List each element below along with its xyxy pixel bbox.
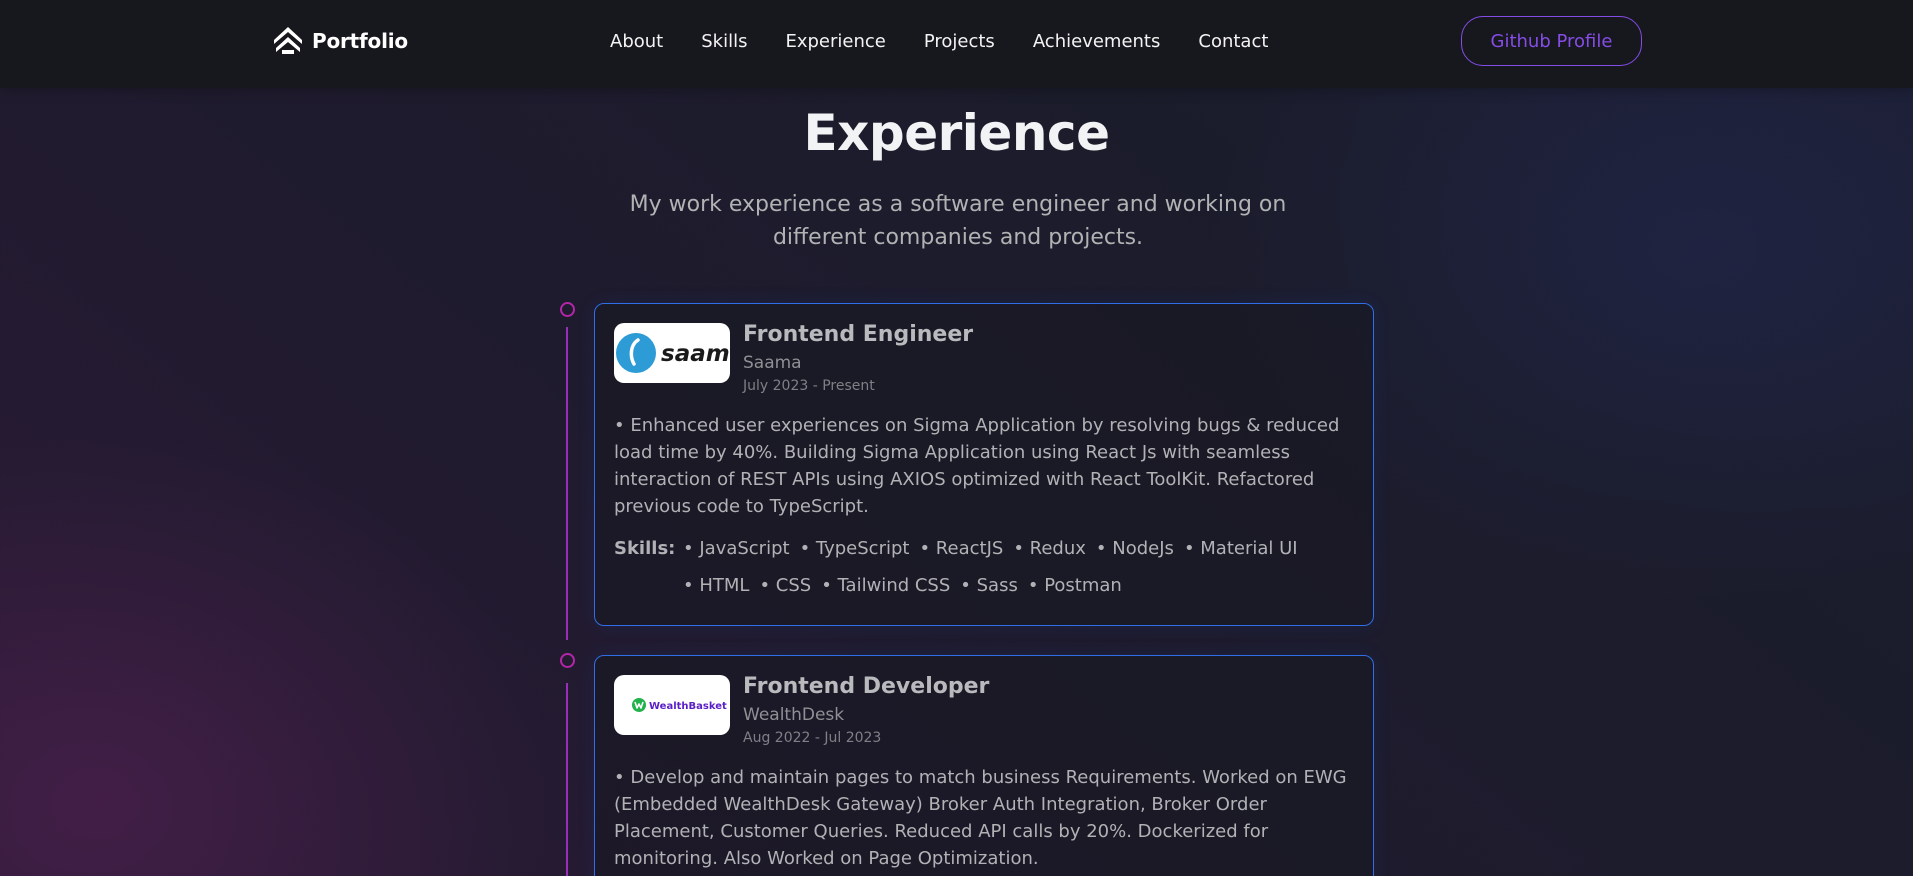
- skills-row: • HTML • CSS • Tailwind CSS • Sass • Pos…: [683, 575, 1132, 596]
- company-logo: WealthBasket: [614, 675, 730, 735]
- skill-item: • ReactJS: [919, 538, 1004, 559]
- house-chevron-icon: [274, 27, 302, 54]
- skill-item: • HTML: [683, 575, 750, 596]
- company-logo: saama: [614, 323, 730, 383]
- timeline-line: [566, 327, 568, 640]
- timeline-line: [566, 683, 568, 876]
- experience-card[interactable]: saama Frontend Engineer Saama July 2023 …: [594, 303, 1374, 626]
- skill-item: • NodeJs: [1095, 538, 1174, 559]
- skills-row: • JavaScript • TypeScript • ReactJS • Re…: [683, 538, 1308, 559]
- skill-item: • Material UI: [1183, 538, 1298, 559]
- job-date: Aug 2022 - Jul 2023: [743, 730, 882, 746]
- skill-item: • Sass: [960, 575, 1018, 596]
- job-date: July 2023 - Present: [743, 378, 875, 394]
- nav-link-skills[interactable]: Skills: [701, 31, 747, 52]
- nav-link-about[interactable]: About: [610, 31, 663, 52]
- nav-link-projects[interactable]: Projects: [924, 31, 995, 52]
- company-name: Saama: [743, 353, 802, 373]
- job-description: • Develop and maintain pages to match bu…: [614, 767, 1347, 869]
- wealthbasket-logo-text: WealthBasket: [649, 701, 727, 712]
- experience-card[interactable]: WealthBasket Frontend Developer WealthDe…: [594, 655, 1374, 876]
- job-role: Frontend Developer: [743, 674, 990, 699]
- skill-item: • TypeScript: [799, 538, 910, 559]
- github-profile-button[interactable]: Github Profile: [1461, 16, 1642, 66]
- saama-logo-text: saama: [661, 341, 730, 367]
- skill-item: • Postman: [1027, 575, 1122, 596]
- section-description: My work experience as a software enginee…: [629, 192, 1287, 250]
- nav-link-achievements[interactable]: Achievements: [1033, 31, 1161, 52]
- logo[interactable]: Portfolio: [272, 24, 408, 58]
- job-description: • Enhanced user experiences on Sigma App…: [614, 415, 1340, 517]
- navbar: Portfolio About Skills Experience Projec…: [0, 0, 1913, 88]
- skill-item: • JavaScript: [683, 538, 790, 559]
- nav-link-experience[interactable]: Experience: [785, 31, 885, 52]
- timeline-dot: [560, 302, 575, 317]
- skill-item: • Redux: [1013, 538, 1086, 559]
- skills-label: Skills:: [614, 538, 676, 559]
- section-title: Experience: [803, 104, 1110, 162]
- skill-item: • CSS: [759, 575, 812, 596]
- nav-link-contact[interactable]: Contact: [1198, 31, 1268, 52]
- job-role: Frontend Engineer: [743, 322, 974, 347]
- logo-text: Portfolio: [312, 29, 408, 53]
- nav-links: About Skills Experience Projects Achieve…: [610, 28, 1268, 54]
- saama-logo-icon: saama: [616, 333, 730, 373]
- skill-item: • Tailwind CSS: [821, 575, 951, 596]
- wealthbasket-logo-icon: WealthBasket: [632, 698, 727, 712]
- timeline-dot: [560, 653, 575, 668]
- company-name: WealthDesk: [743, 705, 845, 725]
